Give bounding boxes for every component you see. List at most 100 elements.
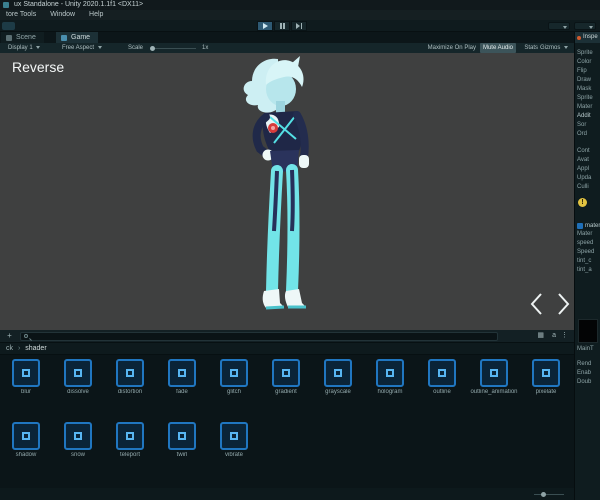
lock-icon[interactable]: a xyxy=(552,331,556,341)
play-button[interactable] xyxy=(257,21,273,31)
shader-file-icon xyxy=(428,359,456,387)
asset-label: teleport xyxy=(119,452,140,458)
material-icon xyxy=(577,222,583,229)
inspector-field: Mater xyxy=(577,231,593,237)
shader-file-icon xyxy=(116,422,144,450)
gizmos-dropdown[interactable]: Gizmos xyxy=(540,43,568,53)
asset-item-hologram[interactable]: hologram xyxy=(364,359,416,395)
chevron-down-icon xyxy=(563,25,567,29)
asset-label: shadow xyxy=(15,452,37,458)
asset-item-distortion[interactable]: distortion xyxy=(104,359,156,395)
asset-item-pixelate[interactable]: pixelate xyxy=(520,359,572,395)
inspector-field: tint_c xyxy=(577,258,592,264)
inspector-section: Addit xyxy=(577,113,591,119)
shader-file-icon xyxy=(168,422,196,450)
tab-game-label: Game xyxy=(71,34,91,41)
panel-menu-icon[interactable]: ⋮ xyxy=(561,331,568,341)
asset-item-twirl[interactable]: twirl xyxy=(156,422,208,458)
play-icon xyxy=(262,23,268,29)
icon-size-slider-thumb[interactable] xyxy=(541,491,546,497)
pause-icon xyxy=(279,23,285,29)
aspect-dropdown-label: Free Aspect xyxy=(62,45,95,51)
menu-window[interactable]: Window xyxy=(44,10,81,20)
asset-label: outline_animation xyxy=(470,389,518,395)
step-icon xyxy=(295,23,303,29)
asset-item-gradient[interactable]: gradient xyxy=(260,359,312,395)
scale-slider-thumb[interactable] xyxy=(150,45,155,51)
project-status-bar xyxy=(0,488,574,500)
asset-item-outline[interactable]: outline xyxy=(416,359,468,395)
inspector-field: Speed xyxy=(577,249,595,255)
stats-toggle[interactable]: Stats xyxy=(524,43,538,53)
inspector-field: Culli xyxy=(577,184,589,190)
asset-item-shadow[interactable]: shadow xyxy=(0,422,52,458)
chevron-right-icon[interactable] xyxy=(554,291,572,317)
maximize-on-play-toggle[interactable]: Maximize On Play xyxy=(428,43,476,53)
breadcrumb: ck › shader xyxy=(0,343,574,355)
unity-app-icon xyxy=(3,2,9,8)
tab-scene[interactable]: Scene xyxy=(1,32,44,43)
inspector-field: Mask xyxy=(577,86,592,92)
asset-item-teleport[interactable]: teleport xyxy=(104,422,156,458)
shader-file-icon xyxy=(532,359,560,387)
project-panel: + ▦ a ⋮ ck › shader blur dissolve distor… xyxy=(0,330,574,500)
inspector-field: speed xyxy=(577,240,594,246)
inspector-field: Appl xyxy=(577,166,590,172)
tab-inspector[interactable]: Inspe xyxy=(575,32,600,43)
inspector-field: Upda xyxy=(577,175,592,181)
material-component-header[interactable]: mater xyxy=(575,221,600,230)
mute-audio-toggle[interactable]: Mute Audio xyxy=(479,43,516,53)
breadcrumb-parent-folder[interactable]: ck xyxy=(6,345,13,352)
asset-item-vibrate[interactable]: vibrate xyxy=(208,422,260,458)
asset-label: hologram xyxy=(377,389,403,395)
inspector-field: MainT xyxy=(577,346,594,352)
asset-label: fade xyxy=(176,389,188,395)
asset-item-fade[interactable]: fade xyxy=(156,359,208,395)
display-dropdown[interactable]: Display 1 xyxy=(8,43,41,53)
asset-item-glitch[interactable]: glitch xyxy=(208,359,260,395)
scale-slider-track[interactable] xyxy=(152,48,196,49)
asset-label: dissolve xyxy=(67,389,89,395)
shader-file-icon xyxy=(64,422,92,450)
inspector-field: Enab xyxy=(577,370,592,376)
chevron-down-icon xyxy=(589,25,593,29)
material-preview-thumbnail[interactable] xyxy=(577,319,598,343)
asset-item-blur[interactable]: blur xyxy=(0,359,52,395)
breadcrumb-separator: › xyxy=(17,345,21,352)
inspector-panel: Inspe Sprite Color Flip Draw Mask Sprite… xyxy=(574,32,600,500)
inspector-field: Doub xyxy=(577,379,592,385)
pause-button[interactable] xyxy=(274,21,290,31)
window-titlebar: ux Standalone - Unity 2020.1.1f1 <DX11> xyxy=(0,0,600,10)
asset-item-dissolve[interactable]: dissolve xyxy=(52,359,104,395)
menu-help[interactable]: Help xyxy=(83,10,109,20)
breadcrumb-current-folder[interactable]: shader xyxy=(25,345,46,352)
material-component-name: mater xyxy=(585,222,600,229)
character-sprite xyxy=(243,56,309,310)
tool-handle-button[interactable] xyxy=(2,22,15,30)
tab-scene-label: Scene xyxy=(16,34,36,41)
warning-icon: ! xyxy=(578,198,587,207)
icon-size-slider-track[interactable] xyxy=(534,494,564,495)
scene-icon xyxy=(6,35,12,41)
hidden-packages-icon[interactable]: ▦ xyxy=(537,331,544,341)
asset-item-snow[interactable]: snow xyxy=(52,422,104,458)
aspect-dropdown[interactable]: Free Aspect xyxy=(62,43,102,53)
layout-dropdown[interactable] xyxy=(574,22,596,30)
inspector-field: Sor xyxy=(577,122,587,128)
shader-file-icon xyxy=(12,422,40,450)
asset-item-outline-animation[interactable]: outline_animation xyxy=(468,359,520,395)
display-dropdown-label: Display 1 xyxy=(8,45,33,51)
tab-game[interactable]: Game xyxy=(56,32,99,43)
asset-label: blur xyxy=(20,389,31,395)
scale-label: Scale xyxy=(128,45,144,51)
game-view-toolbar: Display 1 Free Aspect Scale 1x Maximize … xyxy=(0,43,574,53)
scale-value: 1x xyxy=(202,45,209,51)
asset-item-grayscale[interactable]: grayscale xyxy=(312,359,364,395)
chevron-left-icon[interactable] xyxy=(528,291,546,317)
step-button[interactable] xyxy=(291,21,307,31)
inspector-field: Draw xyxy=(577,77,592,83)
create-asset-button[interactable]: + xyxy=(4,331,15,341)
project-search-input[interactable] xyxy=(20,332,498,341)
layers-dropdown[interactable] xyxy=(548,22,570,30)
menu-store-tools[interactable]: tore Tools xyxy=(0,10,42,20)
